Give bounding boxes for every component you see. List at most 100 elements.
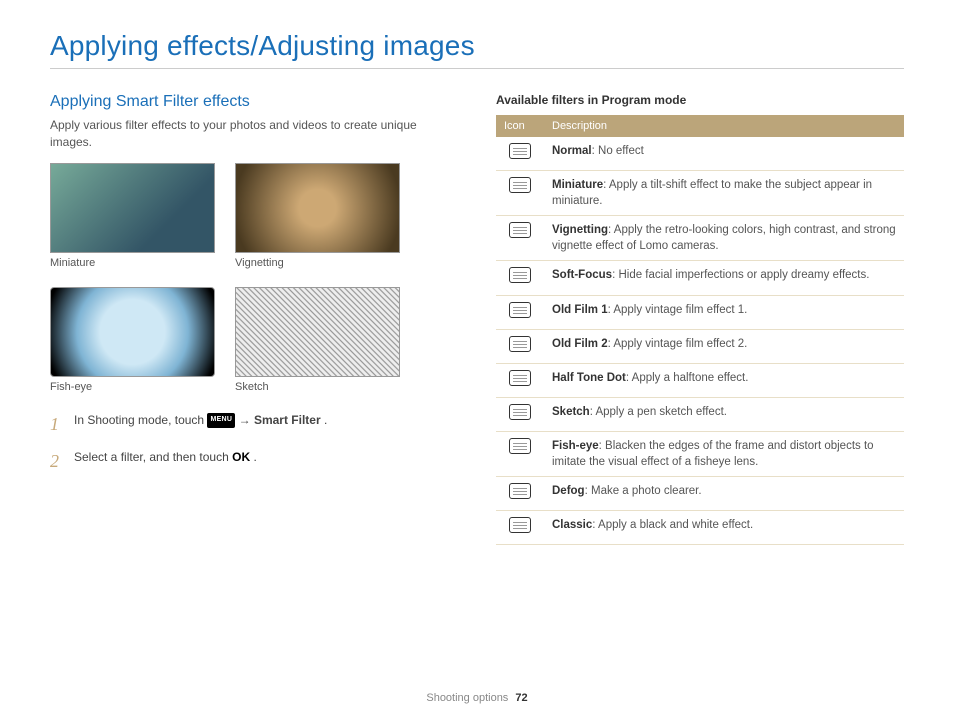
filter-icon bbox=[509, 404, 531, 420]
sample-fisheye: Fish-eye bbox=[50, 287, 215, 393]
sample-grid: Miniature Vignetting Fish-eye Sketch bbox=[50, 163, 458, 393]
filter-desc-cell: Sketch: Apply a pen sketch effect. bbox=[544, 397, 904, 431]
filter-name: Defog bbox=[552, 485, 585, 497]
text: . bbox=[324, 413, 327, 427]
step-text: Select a filter, and then touch OK . bbox=[74, 448, 257, 475]
filter-icon-cell bbox=[496, 261, 544, 295]
filter-desc-cell: Soft-Focus: Hide facial imperfections or… bbox=[544, 261, 904, 295]
filter-icon bbox=[509, 517, 531, 533]
step-2: 2 Select a filter, and then touch OK . bbox=[50, 448, 458, 475]
sample-miniature: Miniature bbox=[50, 163, 215, 269]
filter-name: Fish-eye bbox=[552, 440, 599, 452]
filter-name: Old Film 2 bbox=[552, 338, 608, 350]
filter-icon-cell bbox=[496, 329, 544, 363]
table-row: Classic: Apply a black and white effect. bbox=[496, 511, 904, 545]
footer-section: Shooting options bbox=[426, 692, 508, 704]
text: In Shooting mode, touch bbox=[74, 413, 207, 427]
caption: Vignetting bbox=[235, 257, 400, 269]
filter-desc-cell: Defog: Make a photo clearer. bbox=[544, 477, 904, 511]
table-row: Sketch: Apply a pen sketch effect. bbox=[496, 397, 904, 431]
table-row: Old Film 2: Apply vintage film effect 2. bbox=[496, 329, 904, 363]
filter-desc: : Hide facial imperfections or apply dre… bbox=[612, 269, 869, 281]
filter-icon bbox=[509, 336, 531, 352]
left-column: Applying Smart Filter effects Apply vari… bbox=[50, 93, 458, 545]
text: . bbox=[253, 450, 256, 464]
caption: Miniature bbox=[50, 257, 215, 269]
filter-desc: : No effect bbox=[592, 145, 644, 157]
divider bbox=[50, 68, 904, 69]
step-1: 1 In Shooting mode, touch MENU → Smart F… bbox=[50, 411, 458, 438]
page-number: 72 bbox=[515, 692, 527, 704]
filter-desc-cell: Normal: No effect bbox=[544, 137, 904, 171]
filter-icon bbox=[509, 370, 531, 386]
steps: 1 In Shooting mode, touch MENU → Smart F… bbox=[50, 411, 458, 475]
filter-desc: : Apply a black and white effect. bbox=[592, 519, 753, 531]
thumb-sketch bbox=[235, 287, 400, 377]
menu-icon: MENU bbox=[207, 413, 235, 428]
filter-desc-cell: Half Tone Dot: Apply a halftone effect. bbox=[544, 363, 904, 397]
filter-name: Miniature bbox=[552, 179, 603, 191]
filter-desc-cell: Old Film 1: Apply vintage film effect 1. bbox=[544, 295, 904, 329]
filter-desc: : Apply vintage film effect 2. bbox=[608, 338, 748, 350]
filter-desc-cell: Fish-eye: Blacken the edges of the frame… bbox=[544, 431, 904, 476]
filters-table: Icon Description Normal: No effectMiniat… bbox=[496, 115, 904, 545]
thumb-fisheye bbox=[50, 287, 215, 377]
table-row: Half Tone Dot: Apply a halftone effect. bbox=[496, 363, 904, 397]
filter-name: Sketch bbox=[552, 406, 590, 418]
table-row: Defog: Make a photo clearer. bbox=[496, 477, 904, 511]
filter-icon bbox=[509, 302, 531, 318]
table-row: Vignetting: Apply the retro-looking colo… bbox=[496, 216, 904, 261]
filter-desc: : Apply a halftone effect. bbox=[626, 372, 749, 384]
smart-filter-label: Smart Filter bbox=[254, 413, 321, 427]
filter-icon-cell bbox=[496, 216, 544, 261]
filter-desc: : Make a photo clearer. bbox=[585, 485, 702, 497]
ok-icon: OK bbox=[232, 450, 250, 464]
columns: Applying Smart Filter effects Apply vari… bbox=[50, 93, 904, 545]
sample-sketch: Sketch bbox=[235, 287, 400, 393]
arrow: → bbox=[239, 413, 254, 427]
step-number: 2 bbox=[50, 448, 64, 475]
filter-name: Vignetting bbox=[552, 224, 608, 236]
filter-icon bbox=[509, 438, 531, 454]
filter-icon-cell bbox=[496, 137, 544, 171]
filter-name: Soft-Focus bbox=[552, 269, 612, 281]
sample-vignetting: Vignetting bbox=[235, 163, 400, 269]
step-text: In Shooting mode, touch MENU → Smart Fil… bbox=[74, 411, 327, 438]
table-row: Normal: No effect bbox=[496, 137, 904, 171]
filter-icon-cell bbox=[496, 295, 544, 329]
step-number: 1 bbox=[50, 411, 64, 438]
thumb-vignetting bbox=[235, 163, 400, 253]
filter-name: Half Tone Dot bbox=[552, 372, 626, 384]
filter-icon-cell bbox=[496, 477, 544, 511]
table-row: Miniature: Apply a tilt-shift effect to … bbox=[496, 171, 904, 216]
filter-icon bbox=[509, 177, 531, 193]
table-row: Fish-eye: Blacken the edges of the frame… bbox=[496, 431, 904, 476]
filter-icon-cell bbox=[496, 431, 544, 476]
filter-icon bbox=[509, 143, 531, 159]
th-icon: Icon bbox=[496, 115, 544, 137]
table-row: Old Film 1: Apply vintage film effect 1. bbox=[496, 295, 904, 329]
filter-name: Normal bbox=[552, 145, 592, 157]
caption: Fish-eye bbox=[50, 381, 215, 393]
filter-icon-cell bbox=[496, 511, 544, 545]
filter-desc-cell: Classic: Apply a black and white effect. bbox=[544, 511, 904, 545]
filter-desc: : Blacken the edges of the frame and dis… bbox=[552, 440, 874, 468]
text: Select a filter, and then touch bbox=[74, 450, 232, 464]
filter-name: Classic bbox=[552, 519, 592, 531]
th-description: Description bbox=[544, 115, 904, 137]
filter-desc-cell: Vignetting: Apply the retro-looking colo… bbox=[544, 216, 904, 261]
table-title: Available filters in Program mode bbox=[496, 93, 904, 107]
thumb-miniature bbox=[50, 163, 215, 253]
right-column: Available filters in Program mode Icon D… bbox=[496, 93, 904, 545]
filter-icon-cell bbox=[496, 171, 544, 216]
filter-icon bbox=[509, 267, 531, 283]
page-footer: Shooting options 72 bbox=[0, 692, 954, 704]
filter-icon bbox=[509, 222, 531, 238]
filter-desc: : Apply a pen sketch effect. bbox=[590, 406, 727, 418]
table-row: Soft-Focus: Hide facial imperfections or… bbox=[496, 261, 904, 295]
filter-desc-cell: Old Film 2: Apply vintage film effect 2. bbox=[544, 329, 904, 363]
filter-name: Old Film 1 bbox=[552, 304, 608, 316]
filter-icon bbox=[509, 483, 531, 499]
filter-desc: : Apply vintage film effect 1. bbox=[608, 304, 748, 316]
filter-desc-cell: Miniature: Apply a tilt-shift effect to … bbox=[544, 171, 904, 216]
